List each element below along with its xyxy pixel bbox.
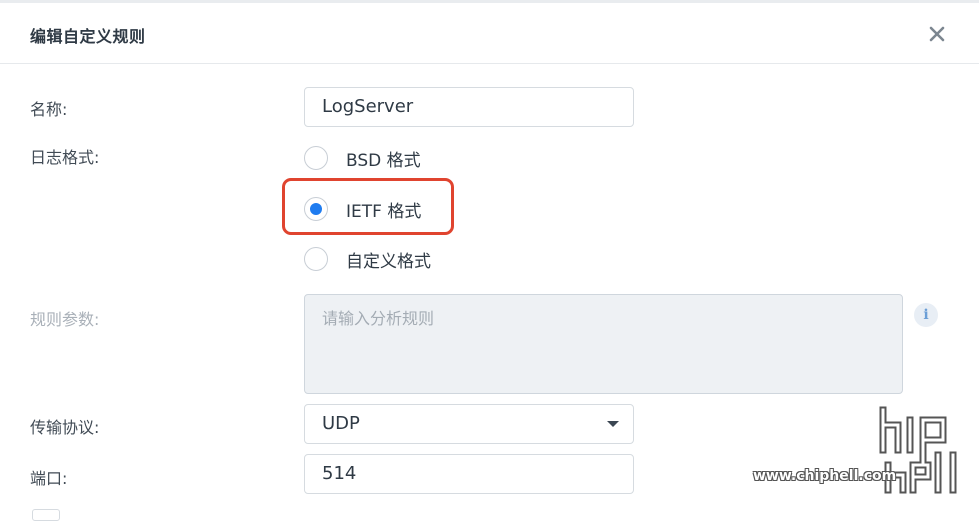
log-format-label: 日志格式: [30,148,100,167]
close-icon[interactable] [924,21,950,47]
port-input[interactable]: 514 [304,454,634,494]
highlight-annotation-box [282,178,454,235]
radio-button[interactable] [304,247,328,271]
name-input[interactable]: LogServer [304,87,634,127]
chiphell-watermark: www.chiphell.com [748,395,973,500]
rule-params-placeholder: 请输入分析规则 [322,309,435,328]
protocol-select-value: UDP [322,413,360,434]
radio-custom-format[interactable]: 自定义格式 [304,244,431,274]
radio-label-bsd: BSD 格式 [346,150,421,171]
chiphell-logo-icon [879,406,957,494]
port-label: 端口: [30,469,68,488]
name-label: 名称: [30,100,68,119]
checkbox-partial[interactable] [32,509,60,521]
radio-button[interactable] [304,146,328,170]
radio-bsd-format[interactable]: BSD 格式 [304,143,421,173]
chevron-down-icon [607,421,619,427]
info-icon[interactable]: i [914,303,938,327]
protocol-select[interactable]: UDP [304,404,634,444]
watermark-url: www.chiphell.com [753,468,897,484]
protocol-label: 传输协议: [30,418,100,437]
radio-label-custom: 自定义格式 [346,251,431,272]
dialog-title: 编辑自定义规则 [30,27,146,46]
rule-params-textarea: 请输入分析规则 [304,294,903,394]
rule-params-label: 规则参数: [30,310,100,329]
dialog-header: 编辑自定义规则 [0,3,979,64]
